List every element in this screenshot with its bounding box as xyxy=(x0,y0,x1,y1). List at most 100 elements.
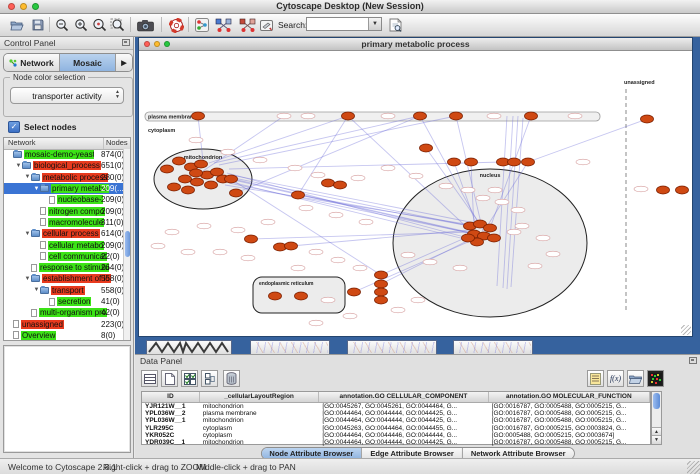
table-row[interactable]: YJR121W__1mitochondrion[GO:0045267, GO:0… xyxy=(142,403,650,410)
tree-scrollbar-thumb[interactable] xyxy=(125,231,130,257)
network-node[interactable] xyxy=(465,158,478,166)
tree-scrollbar[interactable] xyxy=(123,149,130,340)
network-node[interactable] xyxy=(375,296,388,304)
network-node[interactable] xyxy=(285,242,298,250)
tab-network-attribute-browser[interactable]: Network Attribute Browser xyxy=(463,448,574,458)
network-node[interactable] xyxy=(462,234,475,242)
column-header[interactable]: annotation.GO MOLECULAR_FUNCTION xyxy=(489,392,650,402)
network-node[interactable] xyxy=(334,181,347,189)
network-node[interactable] xyxy=(641,115,654,123)
tree-row[interactable]: ▼biological_process651(0) xyxy=(4,160,123,171)
search-input[interactable]: ▼ xyxy=(306,17,382,31)
table-row[interactable]: YLR295Ccytoplasm[GO:0045263, GO:0044464,… xyxy=(142,425,650,432)
tree-header-nodes[interactable]: Nodes xyxy=(104,138,130,149)
apply-vizmap-icon[interactable] xyxy=(237,16,259,34)
zoom-fit-icon[interactable] xyxy=(108,16,126,34)
tree-row[interactable]: unassigned223(0) xyxy=(4,318,123,329)
network-node[interactable] xyxy=(161,165,174,173)
tree-row[interactable]: ▼metabolic process280(0) xyxy=(4,172,123,183)
column-header[interactable]: ID xyxy=(142,392,200,402)
enhanced-search-icon[interactable] xyxy=(386,16,404,34)
network-node[interactable] xyxy=(230,189,243,197)
minimized-window-3[interactable] xyxy=(347,340,437,355)
resize-grip[interactable] xyxy=(687,461,700,474)
tab-mosaic[interactable]: Mosaic xyxy=(60,54,116,71)
snapshot-camera-icon[interactable] xyxy=(136,16,156,34)
network-node[interactable] xyxy=(191,178,204,186)
tree-row[interactable]: nucleobase-209(0) xyxy=(4,194,123,205)
network-node[interactable] xyxy=(522,158,535,166)
tab-network[interactable]: Network xyxy=(4,54,60,71)
column-header[interactable]: annotation.GO CELLULAR_COMPONENT xyxy=(319,392,488,402)
network-node[interactable] xyxy=(448,158,461,166)
network-node[interactable] xyxy=(195,160,208,168)
network-node[interactable] xyxy=(322,179,335,187)
tree-row[interactable]: secretion41(0) xyxy=(4,296,123,307)
network-node[interactable] xyxy=(375,280,388,288)
attribute-table[interactable]: ID_cellularLayoutRegionannotation.GO CEL… xyxy=(141,391,651,445)
network-node[interactable] xyxy=(295,292,308,300)
network-node[interactable] xyxy=(348,288,361,296)
network-node[interactable] xyxy=(657,186,670,194)
zoom-out-icon[interactable] xyxy=(53,16,71,34)
tree-row[interactable]: Overview8(0) xyxy=(4,330,123,340)
tree-row[interactable]: cell communicat22(0) xyxy=(4,251,123,262)
zoom-selected-icon[interactable] xyxy=(90,16,108,34)
minimized-window-1[interactable] xyxy=(146,340,232,355)
float-data-panel-icon[interactable] xyxy=(689,357,697,364)
tree-row[interactable]: ▼cellular process614(0) xyxy=(4,228,123,239)
formula-builder-icon[interactable]: f(x) xyxy=(607,370,624,387)
table-row[interactable]: YPL036W__1mitochondrion[GO:0044464, GO:0… xyxy=(142,417,650,424)
network-node[interactable] xyxy=(292,191,305,199)
search-dropdown-arrow[interactable]: ▼ xyxy=(368,18,381,30)
table-scrollbar-thumb[interactable] xyxy=(653,393,660,409)
network-node[interactable] xyxy=(508,158,521,166)
network-canvas[interactable]: plasma membranecytoplasmmitochondrionnuc… xyxy=(139,51,692,336)
network-node[interactable] xyxy=(488,234,501,242)
network-view-titlebar[interactable]: primary metabolic process xyxy=(139,38,692,51)
new-attribute-icon[interactable] xyxy=(161,370,178,387)
network-node[interactable] xyxy=(190,169,203,177)
network-node[interactable] xyxy=(269,292,282,300)
attribute-table-icon[interactable] xyxy=(141,370,158,387)
attribute-list-icon[interactable] xyxy=(587,370,604,387)
network-node[interactable] xyxy=(375,271,388,279)
network-node[interactable] xyxy=(179,175,192,183)
network-node[interactable] xyxy=(168,183,181,191)
network-node[interactable] xyxy=(205,181,218,189)
import-attributes-icon[interactable] xyxy=(627,370,644,387)
tree-row[interactable]: ▼establishment of lo558(0) xyxy=(4,273,123,284)
node-color-attribute-select[interactable]: transporter activity ▲▼ xyxy=(10,87,124,104)
network-node[interactable] xyxy=(484,224,497,232)
tree-row[interactable]: mosaic-demo-yeast874(0) xyxy=(4,149,123,160)
open-folder-icon[interactable] xyxy=(8,16,26,34)
network-node[interactable] xyxy=(342,112,355,120)
delete-attribute-icon[interactable] xyxy=(223,370,240,387)
tree-row[interactable]: multi-organism pro42(0) xyxy=(4,307,123,318)
table-row[interactable]: YDR039C__1mitochondrion[GO:0044464, GO:0… xyxy=(142,439,650,446)
tree-row[interactable]: macromolecule311(0) xyxy=(4,217,123,228)
scroll-down-arrow[interactable]: ▼ xyxy=(652,435,661,444)
table-row[interactable]: YKR052Ccytoplasm[GO:0044464, GO:0044446,… xyxy=(142,432,650,439)
float-panel-icon[interactable] xyxy=(122,39,130,46)
tree-header-network[interactable]: Network xyxy=(4,138,104,149)
network-node[interactable] xyxy=(182,186,195,194)
tree-row[interactable]: cellular metabo209(0) xyxy=(4,239,123,250)
save-icon[interactable] xyxy=(29,16,47,34)
apply-layout-icon[interactable] xyxy=(213,16,235,34)
network-node[interactable] xyxy=(420,144,433,152)
tree-row[interactable]: ▼primary metabo209(... xyxy=(4,183,123,194)
network-node[interactable] xyxy=(192,112,205,120)
tab-edge-attribute-browser[interactable]: Edge Attribute Browser xyxy=(362,448,462,458)
attribute-table-header[interactable]: ID_cellularLayoutRegionannotation.GO CEL… xyxy=(142,392,650,403)
minimized-window-2[interactable] xyxy=(250,340,330,355)
network-node[interactable] xyxy=(225,175,238,183)
network-node[interactable] xyxy=(245,235,258,243)
select-attributes-icon[interactable] xyxy=(181,370,198,387)
table-scrollbar[interactable]: ▲ ▼ xyxy=(651,391,662,445)
tree-row[interactable]: nitrogen compo209(0) xyxy=(4,205,123,216)
help-lifesaver-icon[interactable] xyxy=(167,16,185,34)
select-nodes-checkbox-row[interactable]: ✓ Select nodes xyxy=(8,121,76,133)
network-node[interactable] xyxy=(450,112,463,120)
tree-row[interactable]: response to stimulu264(0) xyxy=(4,262,123,273)
